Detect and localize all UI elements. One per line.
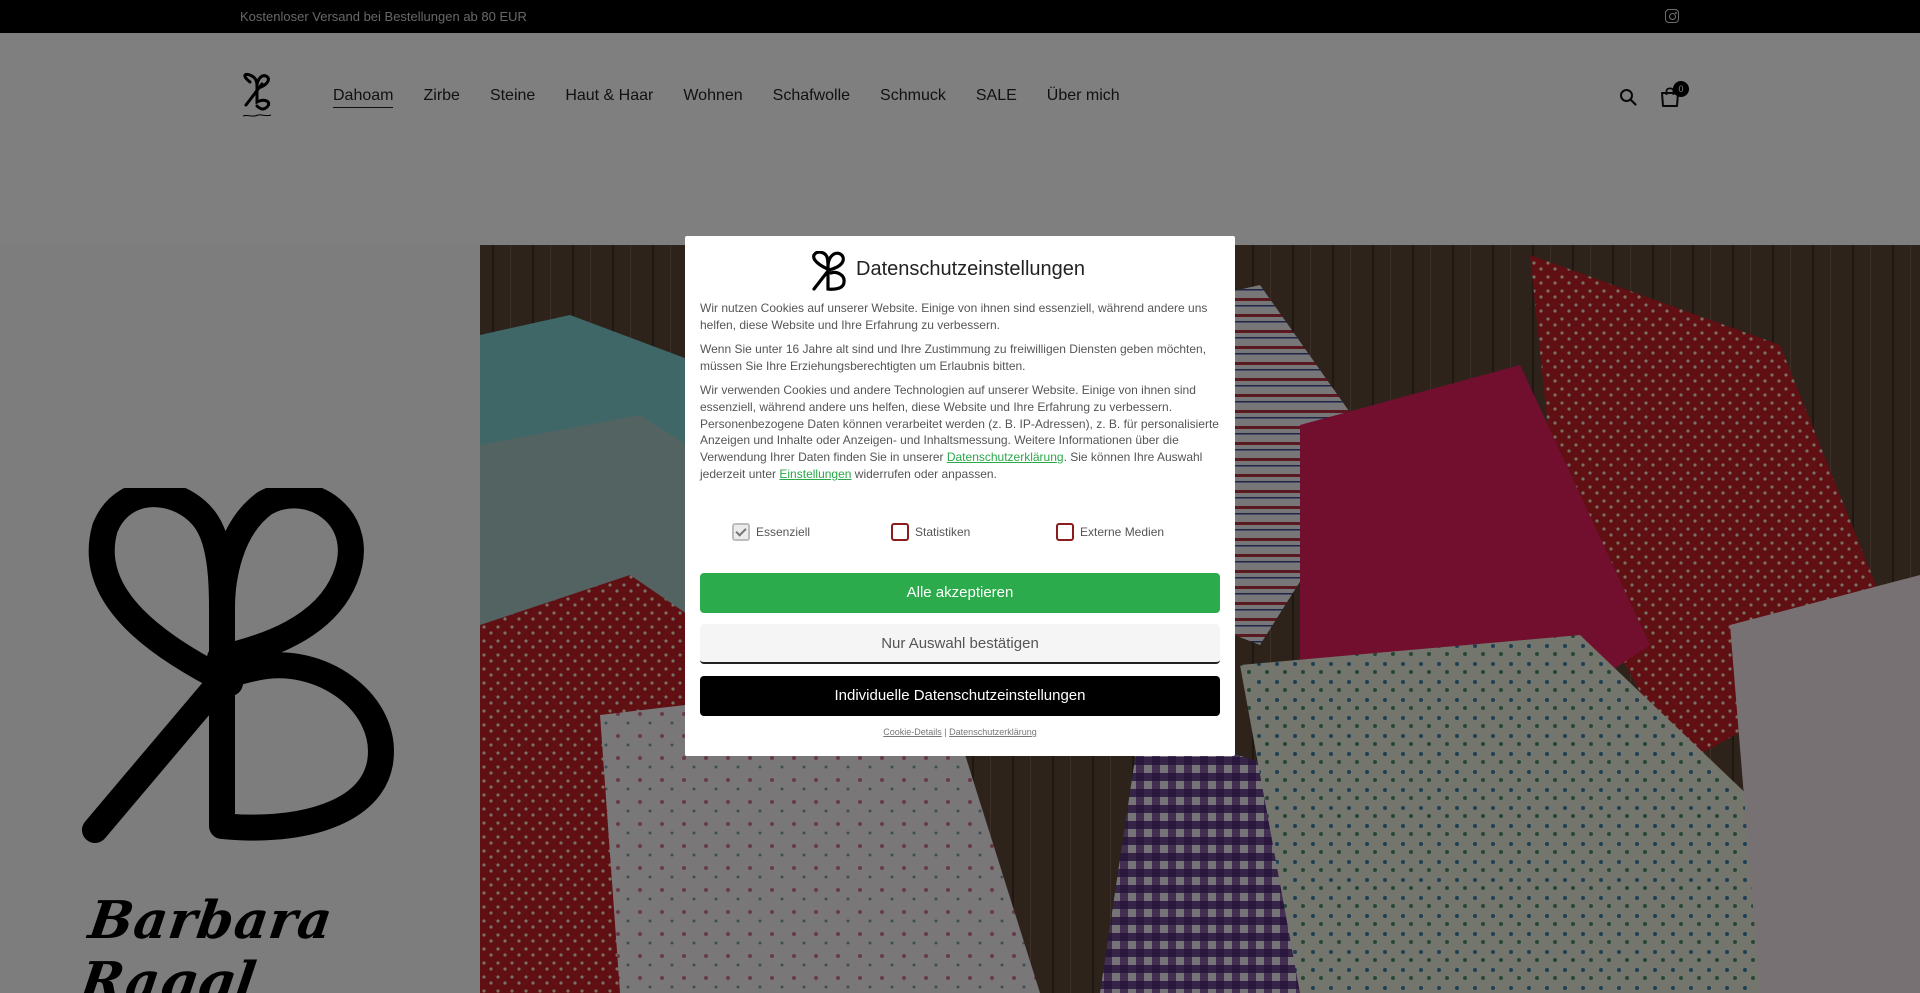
accept-selected-button[interactable]: Nur Auswahl bestätigen: [700, 624, 1220, 664]
details-text: Wir verwenden Cookies und andere Technol…: [700, 382, 1220, 483]
checkbox-externe-medien-box[interactable]: [1056, 523, 1074, 541]
link-separator: |: [944, 727, 947, 737]
checkbox-externe-medien-label: Externe Medien: [1080, 525, 1165, 539]
intro-text: Wir nutzen Cookies auf unserer Website. …: [700, 301, 1208, 332]
privacy-policy-link[interactable]: Datenschutzerklärung: [947, 450, 1064, 464]
accept-all-button[interactable]: Alle akzeptieren: [700, 573, 1220, 613]
privacy-policy-footer-link[interactable]: Datenschutzerklärung: [949, 727, 1037, 737]
settings-link[interactable]: Einstellungen: [779, 467, 851, 481]
cookie-details-link[interactable]: Cookie-Details: [883, 727, 942, 737]
age-notice-text: Wenn Sie unter 16 Jahre alt sind und Ihr…: [700, 342, 1207, 373]
checkbox-statistiken[interactable]: Statistiken: [891, 523, 970, 541]
individual-settings-button[interactable]: Individuelle Datenschutzeinstellungen: [700, 676, 1220, 716]
checkbox-externe-medien[interactable]: Externe Medien: [1056, 523, 1164, 541]
modal-logo: [812, 251, 846, 291]
checkbox-essenziell[interactable]: Essenziell: [732, 523, 810, 541]
details-text-part3: widerrufen oder anpassen.: [854, 466, 997, 481]
modal-title: Datenschutzeinstellungen: [856, 258, 1086, 280]
checkbox-statistiken-label: Statistiken: [915, 525, 971, 539]
cookie-consent-dialog: Datenschutzeinstellungen Wir nutzen Cook…: [685, 236, 1235, 756]
checkbox-essenziell-box[interactable]: [732, 523, 750, 541]
consent-categories: Essenziell Statistiken Externe Medien: [685, 523, 1235, 543]
checkbox-essenziell-label: Essenziell: [756, 525, 811, 539]
checkbox-statistiken-box[interactable]: [891, 523, 909, 541]
modal-footer-links: Cookie-Details | Datenschutzerklärung: [685, 727, 1235, 737]
